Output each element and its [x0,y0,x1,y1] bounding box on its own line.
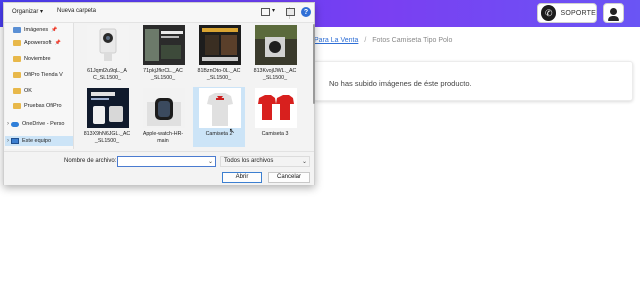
folder-icon [13,56,21,62]
nav-item-pruebas-ofipro[interactable]: Pruebas OfiPro [13,101,73,111]
breadcrumb-link[interactable]: Para La Venta [314,37,358,44]
pictures-folder-icon [13,27,21,33]
view-options-icon[interactable] [261,8,270,16]
nav-item-onedrive[interactable]: › OneDrive - Perso [7,119,73,129]
dialog-toolbar: Organizar ▾ Nueva carpeta ▾ ? [4,3,314,23]
chevron-right-icon[interactable]: › [7,121,9,127]
file-thumbnail [143,88,185,128]
folder-icon [13,72,21,78]
file-type-select[interactable]: Todos los archivos ⌄ [220,156,310,167]
file-thumbnail [199,25,241,65]
nav-scrollbar[interactable] [73,23,74,149]
pin-icon: 📌 [54,40,61,46]
filename-input[interactable]: ⌄ [117,156,216,167]
new-folder-button[interactable]: Nueva carpeta [57,8,96,14]
nav-item-este-equipo[interactable]: › Este equipo [5,136,73,146]
file-thumbnail [87,25,129,65]
file-tile[interactable]: 61Jqml2u9qL._A C_SL1500_ [81,24,133,84]
file-tile[interactable]: Camiseta 3 [249,87,301,147]
file-thumbnail [143,25,185,65]
file-open-dialog: Organizar ▾ Nueva carpeta ▾ ? Imágenes 📌 … [3,2,315,185]
help-icon[interactable]: ? [301,7,311,17]
file-thumbnail [199,88,241,128]
preview-pane-icon[interactable] [286,8,295,16]
chevron-down-icon[interactable]: ▾ [272,7,275,14]
chevron-down-icon[interactable]: ⌄ [302,158,307,167]
nav-item-ofipro-tienda[interactable]: OfiPro Tienda V [13,70,73,80]
page: ✆ SOPORTE Para La Venta / Fotos Camiseta… [0,0,640,300]
file-tile-selected[interactable]: Camiseta 2 ↖ [193,87,245,147]
file-tile[interactable]: 81BznOto-0L._AC _SL1500_ [193,24,245,84]
file-tile[interactable]: 71pkjJfkrCL._AC _SL1500_ [137,24,189,84]
file-grid: 61Jqml2u9qL._A C_SL1500_ 71pkjJfkrCL._AC… [77,24,310,150]
file-grid-scrollbar[interactable] [313,24,315,104]
computer-icon [11,138,19,144]
user-menu-button[interactable] [603,3,624,23]
nav-item-apowersoft[interactable]: Apowersoft 📌 [13,38,73,48]
navigation-pane: Imágenes 📌 Apowersoft 📌 Noviembre OfiPro T… [5,23,74,149]
cancel-button[interactable]: Cancelar [268,172,310,183]
file-tile[interactable]: 813X9hN6JGL._AC _SL1500_ [81,87,133,147]
file-tile[interactable]: Apple-watch-HR- main [137,87,189,147]
onedrive-icon [11,121,19,127]
file-tile[interactable]: 813KvojlJWL._AC _SL1500_ [249,24,301,84]
support-button[interactable]: ✆ SOPORTE [537,3,597,23]
pin-icon: 📌 [51,27,58,33]
folder-icon [13,40,21,46]
images-card: No has subido imágenes de éste producto. [313,61,633,101]
chevron-down-icon[interactable]: ⌄ [208,158,213,165]
folder-icon [13,103,21,109]
nav-item-ok[interactable]: OK [13,86,73,96]
file-thumbnail [87,88,129,128]
file-thumbnail [255,25,297,65]
filename-label: Nombre de archivo: [64,158,117,164]
file-thumbnail [255,88,297,128]
breadcrumb-current: Fotos Camiseta Tipo Polo [372,37,453,44]
organize-button[interactable]: Organizar ▾ [12,8,43,15]
dialog-footer: Nombre de archivo: ⌄ Todos los archivos … [4,151,314,185]
support-label: SOPORTE [560,9,596,17]
open-button[interactable]: Abrir [222,172,262,183]
chevron-right-icon[interactable]: › [7,138,9,144]
empty-images-message: No has subido imágenes de éste producto. [329,79,472,88]
whatsapp-icon: ✆ [541,5,557,21]
breadcrumb: Para La Venta / Fotos Camiseta Tipo Polo [314,37,452,44]
nav-item-noviembre[interactable]: Noviembre [13,54,73,64]
mouse-cursor-icon: ↖ [229,128,235,135]
nav-item-imagenes[interactable]: Imágenes 📌 [13,25,73,35]
folder-icon [13,88,21,94]
breadcrumb-separator: / [364,37,367,44]
